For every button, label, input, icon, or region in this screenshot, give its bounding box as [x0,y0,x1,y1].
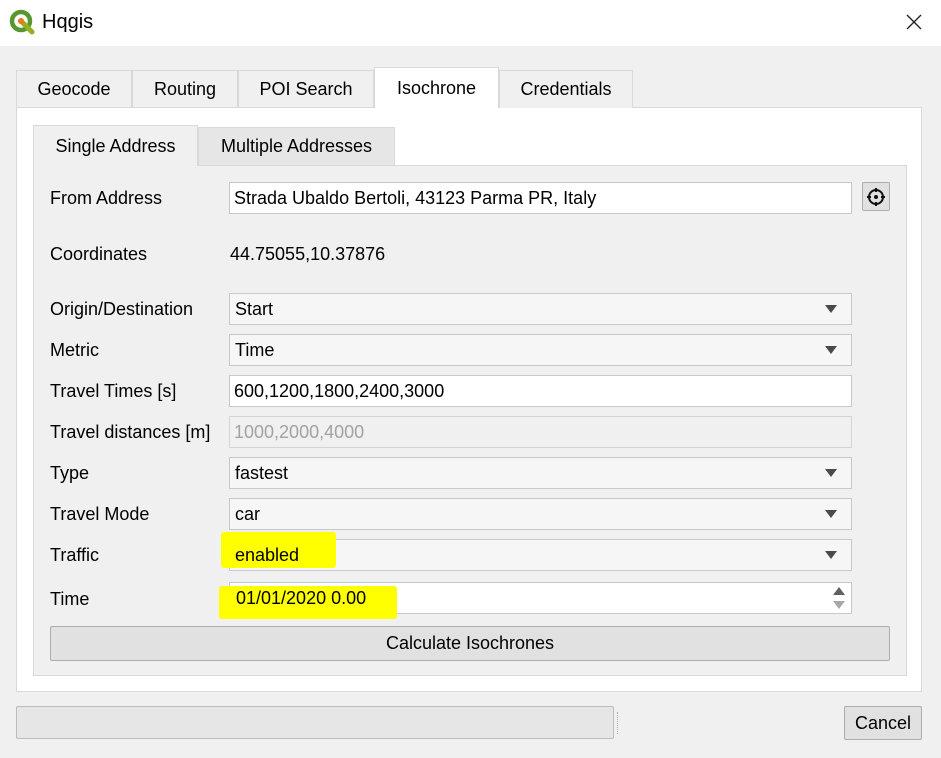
origin-destination-label: Origin/Destination [50,299,194,319]
coordinates-label: Coordinates [50,244,148,264]
from-address-input[interactable]: Strada Ubaldo Bertoli, 43123 Parma PR, I… [229,182,852,214]
tab-geocode[interactable]: Geocode [16,70,132,108]
close-icon [906,14,922,30]
tab-label: Credentials [520,79,612,99]
chevron-down-icon [825,510,837,518]
from-address-label: From Address [50,188,163,208]
tab-credentials[interactable]: Credentials [499,70,633,108]
pick-location-button[interactable] [862,182,890,211]
resize-grip[interactable] [617,712,621,734]
metric-label: Metric [50,340,99,360]
tab-routing[interactable]: Routing [132,70,238,108]
tab-label: Isochrone [396,77,477,98]
close-button[interactable] [890,0,938,44]
tab-poi-search[interactable]: POI Search [238,70,374,108]
cancel-button[interactable]: Cancel [844,706,922,740]
tab-label: Geocode [37,79,111,99]
metric-value: Time [235,339,275,360]
travel-distances-label: Travel distances [m] [50,422,211,442]
travel-times-input[interactable]: 600,1200,1800,2400,3000 [229,375,852,407]
coordinates-value: 44.75055,10.37876 [230,244,386,264]
traffic-select[interactable]: enabled [221,532,852,571]
type-value: fastest [235,462,289,483]
subtab-multiple-addresses[interactable]: Multiple Addresses [198,127,395,165]
title-bar: Hqgis [0,0,941,46]
window-title: Hqgis [42,11,94,33]
time-value: 01/01/2020 0.00 [236,587,367,608]
type-select[interactable]: fastest [229,457,852,489]
tab-label: POI Search [259,79,353,99]
spin-down-icon[interactable] [833,601,845,609]
travel-mode-label: Travel Mode [50,504,150,524]
time-label: Time [50,589,90,609]
tab-label: Routing [153,79,217,99]
travel-times-value: 600,1200,1800,2400,3000 [234,380,445,401]
travel-times-label: Travel Times [s] [50,381,177,401]
origin-destination-select[interactable]: Start [229,293,852,325]
time-spinner[interactable] [827,582,851,614]
progress-bar [16,706,614,739]
chevron-down-icon [825,551,837,559]
travel-mode-value: car [235,503,261,524]
chevron-down-icon [825,469,837,477]
tab-isochrone[interactable]: Isochrone [374,67,499,108]
subtab-label: Multiple Addresses [220,136,373,156]
time-input[interactable]: 01/01/2020 0.00 [219,582,852,619]
traffic-label: Traffic [50,545,100,565]
subtab-single-address[interactable]: Single Address [33,125,198,166]
origin-destination-value: Start [235,298,274,319]
subtab-label: Single Address [55,135,176,156]
travel-distances-input: 1000,2000,4000 [229,416,852,448]
metric-select[interactable]: Time [229,334,852,366]
crosshair-icon [867,187,885,206]
from-address-value: Strada Ubaldo Bertoli, 43123 Parma PR, I… [234,187,597,208]
calculate-isochrones-label: Calculate Isochrones [385,633,555,653]
spin-up-icon[interactable] [833,587,845,595]
chevron-down-icon [825,346,837,354]
traffic-value: enabled [235,544,300,565]
type-label: Type [50,463,90,483]
travel-mode-select[interactable]: car [229,498,852,530]
travel-distances-placeholder: 1000,2000,4000 [234,421,365,442]
calculate-isochrones-button[interactable]: Calculate Isochrones [50,626,890,661]
cancel-label: Cancel [854,712,912,733]
qgis-logo-icon [9,9,35,35]
chevron-down-icon [825,305,837,313]
